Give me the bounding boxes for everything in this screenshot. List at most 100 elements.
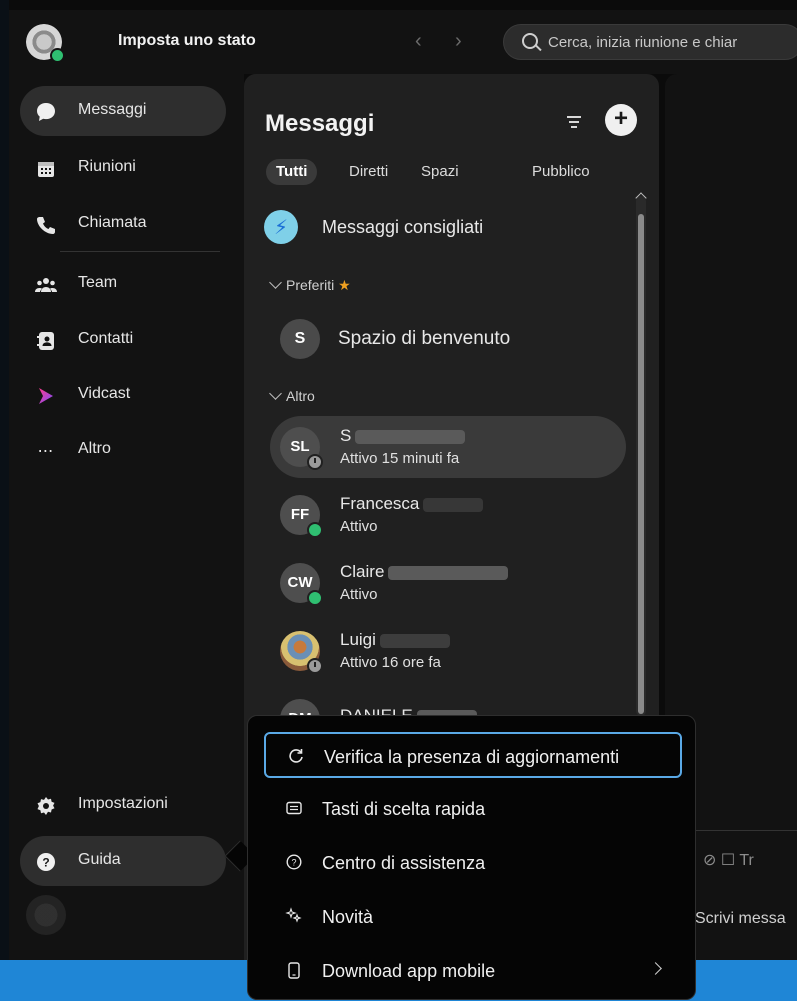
vidcast-icon bbox=[35, 385, 57, 407]
more-icon: ⋯ bbox=[37, 443, 55, 460]
list-item[interactable]: CW Claire Attivo bbox=[270, 552, 626, 614]
rail-item-guida[interactable]: ? Guida bbox=[20, 836, 226, 886]
tab-pubblico[interactable]: Pubblico bbox=[522, 159, 600, 185]
app-window: Imposta uno stato ‹ › Cerca, inizia riun… bbox=[0, 0, 797, 1001]
presence-away-icon bbox=[307, 658, 323, 674]
search-icon bbox=[522, 33, 538, 49]
rail-item-chiamata[interactable]: Chiamata bbox=[20, 199, 226, 249]
menu-item-whats-new[interactable]: Novità bbox=[264, 894, 682, 940]
contact-name-text: Francesca bbox=[340, 494, 420, 513]
contact-name-text: S bbox=[340, 426, 352, 445]
avatar: CW bbox=[280, 563, 323, 606]
rail-label: Riunioni bbox=[78, 158, 136, 175]
menu-item-check-updates[interactable]: Verifica la presenza di aggiornamenti bbox=[264, 732, 682, 778]
scrollbar-thumb[interactable] bbox=[638, 214, 644, 714]
keyboard-icon bbox=[284, 798, 304, 818]
mobile-phone-icon bbox=[284, 960, 304, 980]
rail-item-vidcast[interactable]: Vidcast bbox=[20, 370, 226, 420]
section-label: Preferiti bbox=[286, 277, 335, 293]
redaction bbox=[355, 429, 466, 444]
svg-text:?: ? bbox=[42, 856, 49, 870]
avatar bbox=[280, 631, 323, 674]
message-input[interactable]: Scrivi messa bbox=[695, 910, 786, 928]
redaction bbox=[388, 565, 509, 580]
help-menu: Verifica la presenza di aggiornamenti Ta… bbox=[247, 715, 696, 1000]
composer-toolbar[interactable]: ⊘ ☐ Tr bbox=[703, 850, 754, 870]
contact-name: Francesca bbox=[340, 494, 484, 514]
filter-icon[interactable] bbox=[567, 116, 581, 128]
contact-name-text: Luigi bbox=[340, 630, 376, 649]
account-avatar[interactable] bbox=[26, 895, 66, 935]
space-avatar: S bbox=[280, 319, 320, 359]
contact-name: Luigi bbox=[340, 630, 450, 650]
menu-item-label: Verifica la presenza di aggiornamenti bbox=[324, 747, 620, 767]
contact-status: Attivo 15 minuti fa bbox=[340, 450, 460, 467]
window-edge bbox=[0, 0, 9, 1001]
rail-label: Impostazioni bbox=[78, 795, 168, 812]
section-other[interactable]: Altro bbox=[269, 387, 315, 404]
new-message-button[interactable]: + bbox=[605, 104, 637, 136]
lightning-icon: ⚡ bbox=[264, 210, 298, 244]
space-label: Spazio di benvenuto bbox=[338, 328, 511, 349]
help-circle-icon: ? bbox=[284, 852, 304, 872]
contacts-icon bbox=[35, 330, 57, 352]
menu-item-label: Novità bbox=[322, 907, 374, 927]
contact-status: Attivo bbox=[340, 586, 378, 603]
contact-status: Attivo bbox=[340, 518, 378, 535]
menu-item-label: Download app mobile bbox=[322, 961, 496, 981]
chevron-right-icon[interactable]: › bbox=[455, 30, 462, 53]
rail-item-altro[interactable]: ⋯ Altro bbox=[20, 425, 226, 475]
rail-label: Messaggi bbox=[78, 101, 147, 118]
section-favorites[interactable]: Preferiti ★ bbox=[269, 276, 351, 294]
rail-item-team[interactable]: Team bbox=[20, 259, 226, 309]
rail-item-messaggi[interactable]: Messaggi bbox=[20, 86, 226, 136]
calendar-icon bbox=[35, 158, 57, 180]
chevron-left-icon[interactable]: ‹ bbox=[415, 30, 422, 53]
rail-divider bbox=[60, 251, 220, 252]
page-title: Messaggi bbox=[265, 110, 375, 137]
avatar-initials: SL bbox=[290, 438, 310, 455]
rail-label: Contatti bbox=[78, 330, 134, 347]
tab-diretti[interactable]: Diretti bbox=[339, 159, 398, 185]
redaction bbox=[379, 633, 450, 648]
presence-online-icon bbox=[307, 590, 323, 606]
suggested-label: Messaggi consigliati bbox=[322, 217, 484, 237]
menu-item-label: Centro di assistenza bbox=[322, 853, 486, 873]
avatar: FF bbox=[280, 495, 323, 538]
rail-label: Altro bbox=[78, 440, 111, 457]
tab-spazi[interactable]: Spazi bbox=[411, 159, 469, 185]
menu-item-label: Tasti di scelta rapida bbox=[322, 799, 486, 819]
avatar-initials: CW bbox=[287, 574, 313, 591]
user-avatar[interactable] bbox=[26, 24, 65, 63]
presence-away-icon bbox=[307, 454, 323, 470]
sparkle-icon bbox=[284, 906, 304, 926]
rail-item-riunioni[interactable]: Riunioni bbox=[20, 143, 226, 193]
tab-tutti[interactable]: Tutti bbox=[266, 159, 318, 185]
list-item[interactable]: FF Francesca Attivo bbox=[270, 484, 626, 546]
svg-text:?: ? bbox=[291, 858, 296, 868]
rail-label: Team bbox=[78, 274, 118, 291]
list-item[interactable]: Luigi Attivo 16 ore fa bbox=[270, 620, 626, 682]
rail-item-impostazioni[interactable]: Impostazioni bbox=[20, 780, 226, 830]
chevron-right-icon bbox=[649, 962, 662, 975]
phone-icon bbox=[35, 214, 57, 236]
refresh-icon bbox=[286, 746, 306, 766]
menu-item-shortcuts[interactable]: Tasti di scelta rapida bbox=[264, 786, 682, 832]
set-status-button[interactable]: Imposta uno stato bbox=[118, 32, 256, 50]
rail-item-contatti[interactable]: Contatti bbox=[20, 315, 226, 365]
chevron-down-icon bbox=[269, 387, 282, 400]
rail-label: Guida bbox=[78, 851, 121, 868]
team-icon bbox=[35, 274, 57, 296]
help-circle-icon: ? bbox=[35, 851, 57, 873]
presence-online-icon bbox=[307, 522, 323, 538]
list-item[interactable]: SL S Attivo 15 minuti fa bbox=[270, 416, 626, 478]
search-placeholder: Cerca, inizia riunione e chiar bbox=[548, 34, 738, 51]
gear-icon bbox=[35, 795, 57, 817]
menu-item-help-center[interactable]: ? Centro di assistenza bbox=[264, 840, 682, 886]
chat-bubble-icon bbox=[35, 101, 57, 123]
avatar-initials: FF bbox=[290, 506, 310, 523]
menu-item-download-mobile[interactable]: Download app mobile bbox=[264, 948, 682, 994]
search-input[interactable]: Cerca, inizia riunione e chiar bbox=[503, 24, 797, 60]
contact-name: S bbox=[340, 426, 466, 446]
redaction bbox=[423, 497, 484, 512]
